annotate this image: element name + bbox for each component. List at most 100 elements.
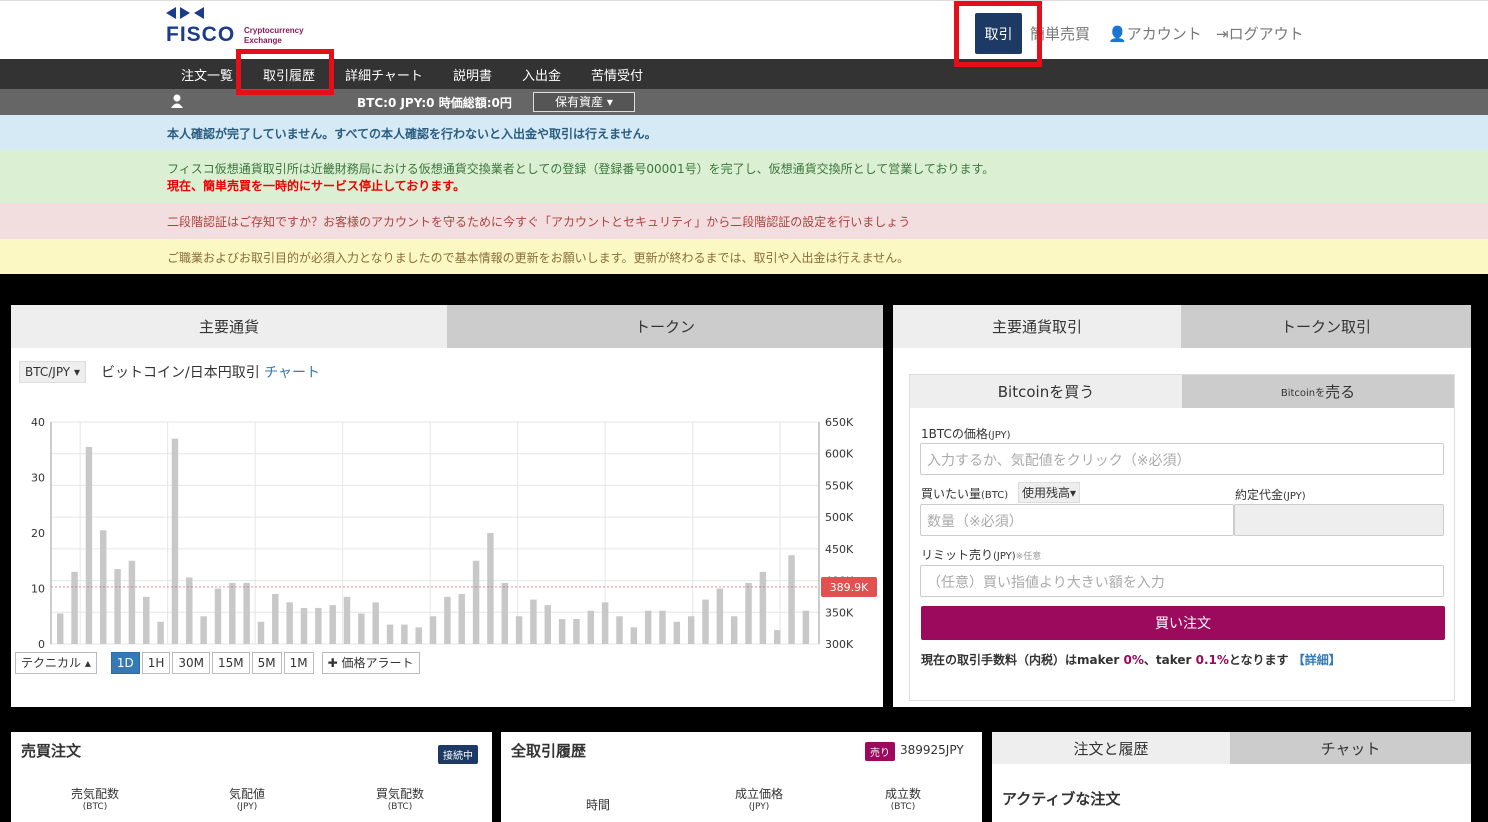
fisco-logo[interactable]: FISCO Cryptocurrency Exchange (166, 7, 304, 46)
price-input[interactable]: 入力するか、気配値をクリック（※必須） (920, 443, 1444, 475)
volume-bar (802, 610, 810, 644)
volume-tick-label: 40 (31, 416, 45, 429)
user-icon (171, 94, 183, 108)
chart-toolbar: テクニカル ▴ 1D 1H 30M 15M 5M 1M ✚ 価格アラート (15, 652, 420, 674)
last-trade-price: 389925JPY (900, 743, 964, 757)
alert-registration: フィスコ仮想通貨取引所は近畿財務局における仮想通貨交換業者としての登録（登録番号… (0, 150, 1488, 203)
logout-icon: ⇥ (1216, 25, 1229, 43)
alert-kyc: 本人確認が完了していません。すべての本人確認を行わないと入出金や取引は行えません… (0, 115, 1488, 150)
interval-30m[interactable]: 30M (172, 652, 211, 674)
technical-dropdown[interactable]: テクニカル ▴ (15, 652, 97, 674)
tab-sell-bitcoin[interactable]: Bitcoinを 売る (1182, 375, 1454, 408)
volume-bar (501, 582, 508, 644)
limit-sell-input[interactable]: （任意）買い指値より大きい額を入力 (920, 565, 1444, 597)
pair-select[interactable]: BTC/JPY ▾ (19, 361, 86, 383)
tab-major-trade[interactable]: 主要通貨取引 (893, 305, 1181, 348)
volume-bar (372, 602, 379, 644)
volume-bar (702, 599, 709, 644)
volume-bar (415, 627, 422, 644)
alert-service-stop-text: 現在、簡単売買を一時的にサービス停止しております。 (167, 179, 466, 193)
price-alert-button[interactable]: ✚ 価格アラート (321, 652, 420, 674)
tab-major-currencies[interactable]: 主要通貨 (11, 305, 447, 348)
volume-bar (286, 602, 293, 644)
chart-panel: 主要通貨 トークン BTC/JPY ▾ ビットコイン/日本円取引 チャート 65… (11, 305, 883, 707)
trade-tabs: 主要通貨取引 トークン取引 (893, 305, 1471, 348)
volume-bar (515, 616, 523, 644)
volume-bar (186, 577, 193, 644)
volume-bar (329, 605, 336, 644)
interval-1h[interactable]: 1H (141, 652, 171, 674)
price-tick-label: 550K (825, 479, 854, 492)
orders-chat-tabs: 注文と履歴 チャット (992, 732, 1471, 764)
quantity-label: 買いたい量(BTC) (921, 487, 1009, 501)
user-icon: 👤 (1108, 25, 1127, 43)
order-book-title: 売買注文 (21, 742, 82, 760)
volume-bar (143, 596, 150, 644)
col-time: 時間 (586, 798, 611, 812)
fee-detail-link[interactable]: 【詳細】 (1293, 653, 1341, 667)
tab-orders-history[interactable]: 注文と履歴 (992, 732, 1230, 764)
logout-link[interactable]: ⇥ログアウト (1216, 23, 1304, 44)
interval-5m[interactable]: 5M (251, 652, 282, 674)
chart-link[interactable]: チャート (264, 365, 320, 381)
trade-button[interactable]: 取引 (975, 13, 1022, 54)
volume-bar (57, 613, 64, 644)
volume-bar (272, 594, 279, 644)
tab-chat[interactable]: チャット (1230, 732, 1471, 764)
interval-1m[interactable]: 1M (283, 652, 314, 674)
volume-bar (587, 610, 595, 644)
volume-bar (659, 610, 666, 644)
holdings-dropdown[interactable]: 保有資産 ▾ (533, 92, 635, 112)
volume-bar (85, 446, 93, 644)
nav-orders[interactable]: 注文一覧 (181, 65, 233, 84)
volume-bar (300, 607, 308, 644)
active-orders-title: アクティブな注文 (1002, 790, 1121, 808)
trade-panel: 主要通貨取引 トークン取引 Bitcoinを買う Bitcoinを 売る 1BTC… (893, 305, 1471, 707)
price-tick-label: 350K (825, 606, 854, 619)
caret-down-icon: ▾ (73, 365, 80, 379)
interval-15m[interactable]: 15M (212, 652, 250, 674)
volume-tick-label: 10 (31, 583, 45, 596)
price-tick-label: 300K (825, 638, 854, 650)
fee-text: 現在の取引手数料（内税）はmaker 0%、taker 0.1%となります 【詳… (921, 653, 1341, 667)
volume-bar (601, 602, 609, 644)
alert-registration-text: フィスコ仮想通貨取引所は近畿財務局における仮想通貨交換業者としての登録（登録番号… (167, 162, 995, 176)
order-book-panel: 売買注文 接続中 売気配数 (BTC) 気配値 (JPY) 買気配数 (BTC) (11, 732, 492, 822)
volume-bar (401, 624, 408, 644)
top-header: FISCO Cryptocurrency Exchange 取引 簡単売買 👤アカ… (0, 0, 1488, 59)
volume-bar (444, 596, 451, 644)
connection-badge: 接続中 (438, 745, 478, 764)
volume-bar (315, 607, 322, 644)
nav-manual[interactable]: 説明書 (453, 65, 492, 84)
volume-bar (530, 599, 537, 644)
account-link[interactable]: 👤アカウント (1108, 23, 1202, 44)
tab-tokens[interactable]: トークン (447, 305, 883, 348)
tab-buy-bitcoin[interactable]: Bitcoinを買う (910, 375, 1182, 408)
volume-bar (558, 619, 566, 644)
volume-bar (472, 560, 480, 644)
quantity-input[interactable]: 数量（※必須） (920, 504, 1234, 536)
col-bid-qty: 買気配数 (BTC) (376, 787, 425, 812)
nav-detail-chart[interactable]: 詳細チャート (345, 65, 423, 84)
alert-profile-text: ご職業およびお取引目的が必須入力となりましたので基本情報の更新をお願いします。更… (167, 251, 910, 265)
price-tick-label: 650K (825, 416, 854, 429)
nav-deposit[interactable]: 入出金 (522, 65, 561, 84)
col-price: 気配値 (JPY) (229, 787, 266, 812)
volume-bar (343, 596, 351, 644)
use-balance-dropdown[interactable]: 使用残高▾ (1018, 482, 1081, 503)
volume-bar (716, 588, 724, 644)
volume-bar (544, 605, 551, 644)
volume-bar (759, 571, 767, 644)
price-chart[interactable]: 650K600K550K500K450K400K350K300K40302010… (11, 400, 883, 650)
volume-bar (157, 621, 164, 644)
buy-order-button[interactable]: 買い注文 (921, 606, 1445, 640)
volume-bar (745, 582, 752, 644)
logo-text: FISCO (166, 23, 236, 46)
col-trade-qty: 成立数 (BTC) (885, 787, 922, 812)
balance-text: BTC:0 JPY:0 時価総額:0円 (357, 96, 512, 110)
pair-title: ビットコイン/日本円取引 チャート (101, 365, 321, 381)
amount-field (1234, 504, 1444, 536)
interval-1d[interactable]: 1D (110, 652, 140, 674)
tab-token-trade[interactable]: トークン取引 (1181, 305, 1471, 348)
nav-complaints[interactable]: 苦情受付 (591, 65, 643, 84)
